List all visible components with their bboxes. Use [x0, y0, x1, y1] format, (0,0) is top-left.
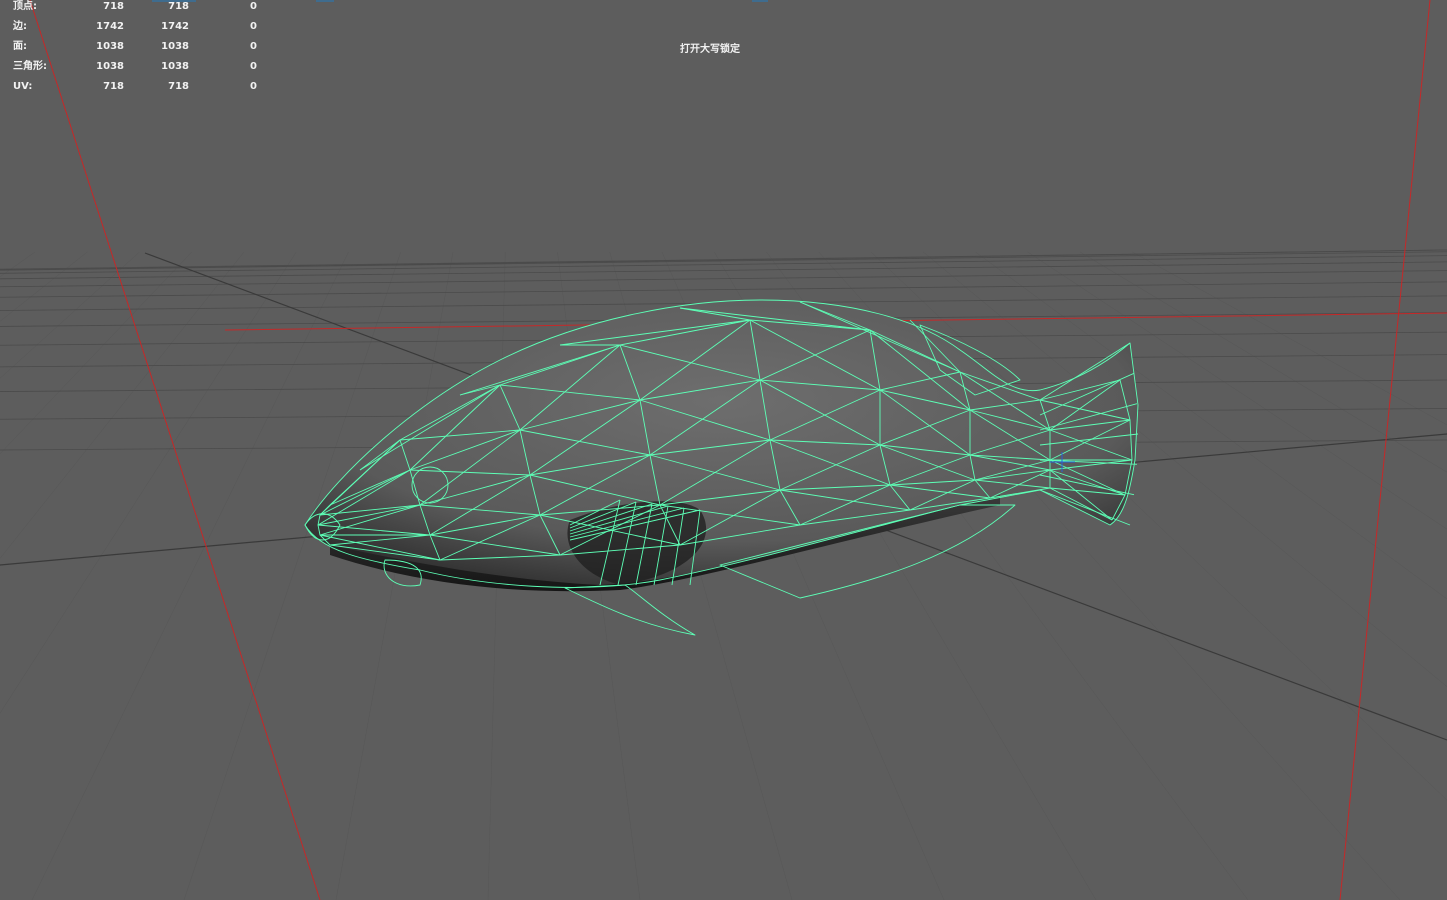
grid-line [923, 251, 1447, 688]
hud-row-triangles: 三角形: 1038 1038 0 [0, 60, 270, 74]
hud-row-vertices: 顶点: 718 718 0 [0, 0, 270, 14]
fish-body-surface [305, 300, 1138, 588]
hud-value: 718 [103, 1, 124, 12]
hud-value: 1038 [96, 61, 124, 72]
hud-value: 1038 [161, 61, 189, 72]
hud-value: 0 [250, 1, 257, 12]
hud-value: 1742 [96, 21, 124, 32]
grid-line [1027, 251, 1447, 530]
hud-value: 718 [168, 81, 189, 92]
hud-value: 1742 [161, 21, 189, 32]
hud-row-faces: 面: 1038 1038 0 [0, 40, 270, 54]
hud-value: 718 [168, 1, 189, 12]
grid-line [0, 249, 1447, 270]
grid-line [0, 251, 245, 559]
grid-line [0, 251, 192, 455]
scene-canvas[interactable] [0, 0, 1447, 900]
camera-axis-line [1339, 0, 1431, 900]
grid-line [1079, 251, 1447, 473]
camera-axis-line [29, 0, 321, 900]
hud-value: 1038 [161, 41, 189, 52]
hud-value: 0 [250, 81, 257, 92]
capslock-message: 打开大写锁定 [680, 44, 740, 55]
hud-value: 1038 [96, 41, 124, 52]
hud-value: 0 [250, 41, 257, 52]
grid-line [0, 251, 36, 278]
grid-line [31, 251, 349, 900]
grid-line [1132, 251, 1447, 426]
3d-viewport[interactable]: 顶点: 718 718 0 边: 1742 1742 0 面: 1038 103… [0, 0, 1447, 900]
hud-row-edges: 边: 1742 1742 0 [0, 20, 270, 34]
grid-line [0, 251, 297, 714]
grid-line [0, 251, 140, 379]
hud-label: 面: [13, 41, 27, 52]
fish-mesh[interactable] [304, 299, 1139, 636]
hud-label: 顶点: [13, 1, 37, 12]
hud-label: 边: [13, 21, 27, 32]
grid-line [183, 251, 401, 900]
hud-row-uvs: UV: 718 718 0 [0, 80, 270, 94]
grid-line [0, 251, 88, 322]
hud-value: 0 [250, 61, 257, 72]
pelvic-fin [564, 584, 696, 636]
hud-label: UV: [13, 81, 33, 92]
hud-value: 718 [103, 81, 124, 92]
hud-value: 0 [250, 21, 257, 32]
hud-label: 三角形: [13, 61, 47, 72]
